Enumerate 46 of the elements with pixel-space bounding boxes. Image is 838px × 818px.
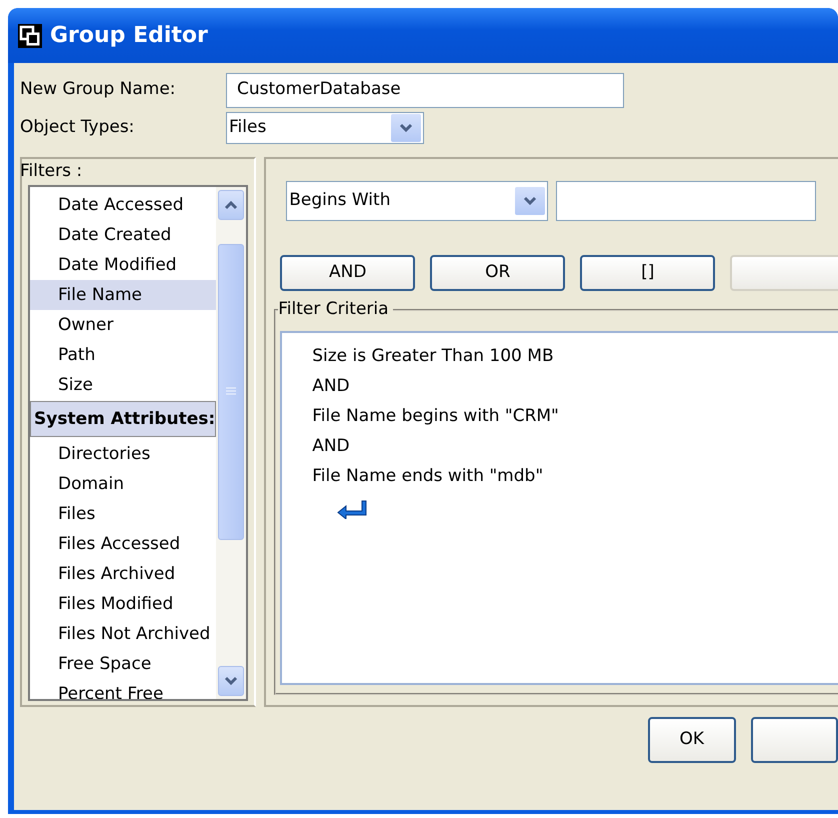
chevron-down-icon	[523, 196, 538, 206]
operator-button[interactable]: AND	[280, 255, 416, 291]
return-arrow-icon	[336, 499, 368, 519]
group-name-field[interactable]: CustomerDatabase	[226, 72, 624, 108]
scrollbar[interactable]	[216, 187, 246, 699]
criteria-line: AND	[312, 375, 351, 398]
scroll-thumb[interactable]	[218, 244, 244, 540]
list-item[interactable]: Percent Free	[30, 679, 216, 699]
list-item[interactable]: Files Not Archived	[30, 619, 216, 649]
operator-button[interactable]: []	[580, 255, 716, 291]
value-field[interactable]	[556, 181, 816, 221]
field-label: New Group Name:	[20, 78, 177, 102]
list-header: System Attributes:	[30, 401, 216, 437]
criteria-line: File Name ends with "mdb"	[312, 465, 544, 488]
operator-button[interactable]: OR	[430, 255, 566, 291]
list-item[interactable]: Directories	[30, 439, 216, 469]
scroll-up-button[interactable]	[218, 190, 244, 220]
app-icon	[18, 24, 42, 48]
criteria-line: Size is Greater Than 100 MB	[312, 345, 555, 368]
list-item[interactable]: Files Archived	[30, 559, 216, 589]
list-item[interactable]: File Name	[30, 280, 216, 310]
chevron-down-icon	[224, 676, 238, 686]
ok-button[interactable]: OK	[648, 717, 736, 763]
criteria-line: File Name begins with "CRM"	[312, 405, 560, 428]
chevron-up-icon	[224, 200, 238, 210]
list-item[interactable]: Files Accessed	[30, 529, 216, 559]
window-title: Group Editor	[50, 22, 208, 50]
list-item[interactable]: Free Space	[30, 649, 216, 679]
criteria-line: AND	[312, 435, 351, 458]
condition-dropdown[interactable]: Begins With	[286, 181, 548, 221]
grip-icon	[225, 387, 238, 397]
list-item[interactable]: Domain	[30, 469, 216, 499]
list-item[interactable]: Files Modified	[30, 589, 216, 619]
list-item[interactable]: Files	[30, 499, 216, 529]
list-item[interactable]: Size	[30, 370, 216, 400]
chevron-down-icon	[399, 123, 413, 133]
dialog-button[interactable]	[750, 717, 838, 763]
field-label: Object Types:	[20, 116, 136, 140]
scroll-down-button[interactable]	[218, 666, 244, 696]
list-item[interactable]: Date Accessed	[30, 190, 216, 220]
filters-label: Filters :	[20, 160, 82, 183]
object-types-dropdown[interactable]: Files	[226, 112, 424, 144]
list-item[interactable]: Owner	[30, 310, 216, 340]
list-item[interactable]: Date Modified	[30, 250, 216, 280]
list-item[interactable]: Date Created	[30, 220, 216, 250]
list-item[interactable]: Path	[30, 340, 216, 370]
